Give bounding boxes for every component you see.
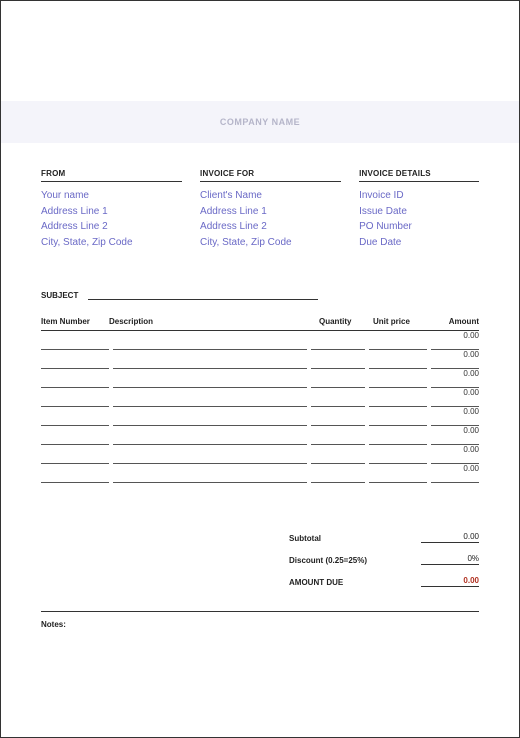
table-row: 0.00 — [41, 331, 479, 350]
cell-item[interactable] — [41, 331, 109, 350]
invoice-for-column: INVOICE FOR Client's Name Address Line 1… — [200, 169, 341, 250]
cell-amount: 0.00 — [431, 388, 479, 407]
from-heading: FROM — [41, 169, 182, 182]
cell-description[interactable] — [113, 350, 307, 369]
due-date[interactable]: Due Date — [359, 235, 479, 251]
line-items-table: Item Number Description Quantity Unit pr… — [41, 317, 479, 483]
po-number[interactable]: PO Number — [359, 219, 479, 235]
notes-section: Notes: — [41, 611, 479, 629]
cell-quantity[interactable] — [311, 445, 365, 464]
cell-item[interactable] — [41, 464, 109, 483]
from-address1[interactable]: Address Line 1 — [41, 204, 182, 220]
cell-unit-price[interactable] — [369, 331, 427, 350]
cell-description[interactable] — [113, 445, 307, 464]
invoice-for-heading: INVOICE FOR — [200, 169, 341, 182]
col-unit-price: Unit price — [373, 317, 431, 326]
subtotal-label: Subtotal — [289, 534, 321, 543]
cell-item[interactable] — [41, 369, 109, 388]
from-address2[interactable]: Address Line 2 — [41, 219, 182, 235]
cell-quantity[interactable] — [311, 331, 365, 350]
cell-amount: 0.00 — [431, 350, 479, 369]
company-name[interactable]: COMPANY NAME — [220, 117, 300, 127]
from-city[interactable]: City, State, Zip Code — [41, 235, 182, 251]
cell-item[interactable] — [41, 388, 109, 407]
table-row: 0.00 — [41, 388, 479, 407]
cell-amount: 0.00 — [431, 445, 479, 464]
cell-amount: 0.00 — [431, 407, 479, 426]
details-heading: INVOICE DETAILS — [359, 169, 479, 182]
cell-description[interactable] — [113, 426, 307, 445]
amount-due-label: AMOUNT DUE — [289, 578, 343, 587]
amount-due-row: AMOUNT DUE 0.00 — [289, 565, 479, 587]
invoice-id[interactable]: Invoice ID — [359, 188, 479, 204]
client-city[interactable]: City, State, Zip Code — [200, 235, 341, 251]
client-address2[interactable]: Address Line 2 — [200, 219, 341, 235]
client-name[interactable]: Client's Name — [200, 188, 341, 204]
from-name[interactable]: Your name — [41, 188, 182, 204]
cell-unit-price[interactable] — [369, 369, 427, 388]
cell-quantity[interactable] — [311, 369, 365, 388]
cell-quantity[interactable] — [311, 464, 365, 483]
cell-amount: 0.00 — [431, 426, 479, 445]
table-row: 0.00 — [41, 369, 479, 388]
cell-quantity[interactable] — [311, 407, 365, 426]
cell-amount: 0.00 — [431, 331, 479, 350]
cell-unit-price[interactable] — [369, 407, 427, 426]
cell-item[interactable] — [41, 445, 109, 464]
col-quantity: Quantity — [319, 317, 373, 326]
invoice-details-column: INVOICE DETAILS Invoice ID Issue Date PO… — [359, 169, 479, 250]
discount-row: Discount (0.25=25%) 0% — [289, 543, 479, 565]
cell-quantity[interactable] — [311, 350, 365, 369]
cell-unit-price[interactable] — [369, 445, 427, 464]
cell-item[interactable] — [41, 407, 109, 426]
cell-unit-price[interactable] — [369, 350, 427, 369]
table-row: 0.00 — [41, 426, 479, 445]
amount-due-value: 0.00 — [421, 576, 479, 587]
col-amount: Amount — [431, 317, 479, 326]
cell-unit-price[interactable] — [369, 426, 427, 445]
table-body: 0.000.000.000.000.000.000.000.00 — [41, 331, 479, 483]
table-row: 0.00 — [41, 350, 479, 369]
discount-value[interactable]: 0% — [421, 554, 479, 565]
discount-label: Discount (0.25=25%) — [289, 556, 367, 565]
cell-quantity[interactable] — [311, 426, 365, 445]
subject-row: SUBJECT — [41, 289, 318, 300]
cell-quantity[interactable] — [311, 388, 365, 407]
subtotal-value: 0.00 — [421, 532, 479, 543]
cell-unit-price[interactable] — [369, 388, 427, 407]
table-header: Item Number Description Quantity Unit pr… — [41, 317, 479, 331]
subject-label: SUBJECT — [41, 291, 78, 300]
cell-item[interactable] — [41, 350, 109, 369]
client-address1[interactable]: Address Line 1 — [200, 204, 341, 220]
cell-item[interactable] — [41, 426, 109, 445]
table-row: 0.00 — [41, 445, 479, 464]
cell-description[interactable] — [113, 407, 307, 426]
notes-label: Notes: — [41, 611, 479, 629]
table-row: 0.00 — [41, 464, 479, 483]
cell-amount: 0.00 — [431, 464, 479, 483]
totals-block: Subtotal 0.00 Discount (0.25=25%) 0% AMO… — [289, 521, 479, 587]
cell-description[interactable] — [113, 388, 307, 407]
cell-description[interactable] — [113, 331, 307, 350]
company-name-band: COMPANY NAME — [1, 101, 519, 143]
cell-amount: 0.00 — [431, 369, 479, 388]
issue-date[interactable]: Issue Date — [359, 204, 479, 220]
cell-description[interactable] — [113, 369, 307, 388]
table-row: 0.00 — [41, 407, 479, 426]
from-column: FROM Your name Address Line 1 Address Li… — [41, 169, 182, 250]
subtotal-row: Subtotal 0.00 — [289, 521, 479, 543]
col-item-number: Item Number — [41, 317, 109, 326]
col-description: Description — [109, 317, 319, 326]
header-columns: FROM Your name Address Line 1 Address Li… — [41, 169, 479, 250]
subject-input[interactable] — [88, 289, 318, 300]
cell-description[interactable] — [113, 464, 307, 483]
cell-unit-price[interactable] — [369, 464, 427, 483]
invoice-page: COMPANY NAME FROM Your name Address Line… — [0, 0, 520, 738]
